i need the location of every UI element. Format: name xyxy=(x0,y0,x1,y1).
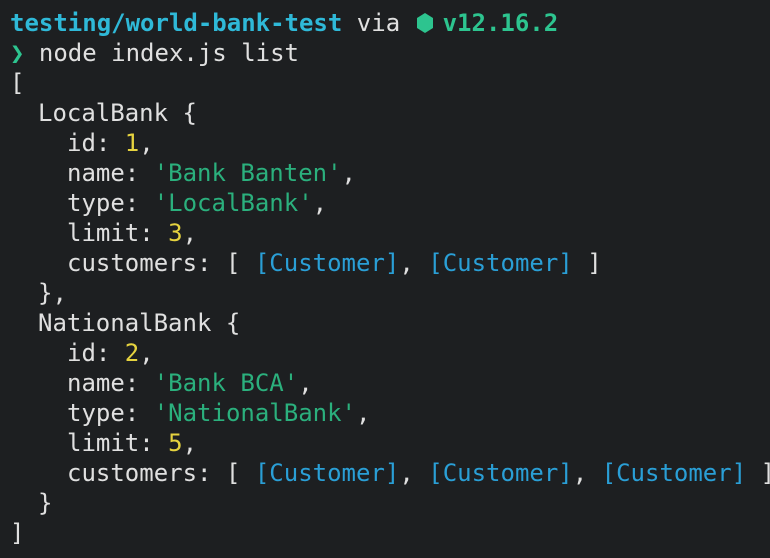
command-line[interactable]: ❯ node index.js list xyxy=(10,38,770,68)
bank-limit-value: 3 xyxy=(168,219,183,247)
customer-ref: [Customer] xyxy=(254,459,400,487)
bank-limit-row: limit: 5, xyxy=(67,429,198,457)
bank-closing: } xyxy=(38,489,53,517)
bank-limit-value: 5 xyxy=(168,429,183,457)
bank-header: LocalBank { xyxy=(38,99,197,127)
bank-id-row: id: 2, xyxy=(67,339,154,367)
bank-type-row: type: 'LocalBank', xyxy=(67,189,328,217)
bank-type-row: type: 'NationalBank', xyxy=(67,399,371,427)
bank-type-value: 'NationalBank' xyxy=(153,399,356,427)
command-text: node index.js list xyxy=(38,39,299,67)
bank-closing: }, xyxy=(38,279,67,307)
prompt-symbol: ❯ xyxy=(10,39,25,67)
output-close-bracket: ] xyxy=(10,519,25,547)
bank-customers-row: customers: [ [Customer], [Customer] ] xyxy=(67,249,602,277)
bank-id-value: 1 xyxy=(124,129,140,157)
via-text: via xyxy=(342,9,415,37)
current-path: testing/world-bank-test xyxy=(10,9,343,37)
customer-ref: [Customer] xyxy=(254,249,400,277)
customer-ref: [Customer] xyxy=(428,249,573,277)
node-version: v12.16.2 xyxy=(442,9,559,37)
terminal-window[interactable]: testing/world-bank-test via v12.16.2 ❯ n… xyxy=(0,0,770,558)
bank-header: NationalBank { xyxy=(38,309,241,337)
bank-type-value: 'LocalBank' xyxy=(153,189,313,217)
bank-name-value: 'Bank BCA' xyxy=(153,369,299,397)
output-open-bracket: [ xyxy=(10,69,25,97)
bank-name-value: 'Bank Banten' xyxy=(153,159,342,187)
bank-limit-row: limit: 3, xyxy=(67,219,198,247)
bank-id-row: id: 1, xyxy=(67,129,154,157)
bank-name-row: name: 'Bank BCA', xyxy=(67,369,313,397)
customer-ref: [Customer] xyxy=(601,459,747,487)
bank-id-value: 2 xyxy=(124,339,140,367)
bank-customers-row: customers: [ [Customer], [Customer], [Cu… xyxy=(67,459,770,487)
hexagon-icon xyxy=(415,11,435,35)
customer-ref: [Customer] xyxy=(428,459,573,487)
bank-class-name: NationalBank xyxy=(38,309,212,337)
prompt-line: testing/world-bank-test via v12.16.2 xyxy=(10,8,770,38)
bank-class-name: LocalBank xyxy=(38,99,169,127)
bank-name-row: name: 'Bank Banten', xyxy=(67,159,356,187)
